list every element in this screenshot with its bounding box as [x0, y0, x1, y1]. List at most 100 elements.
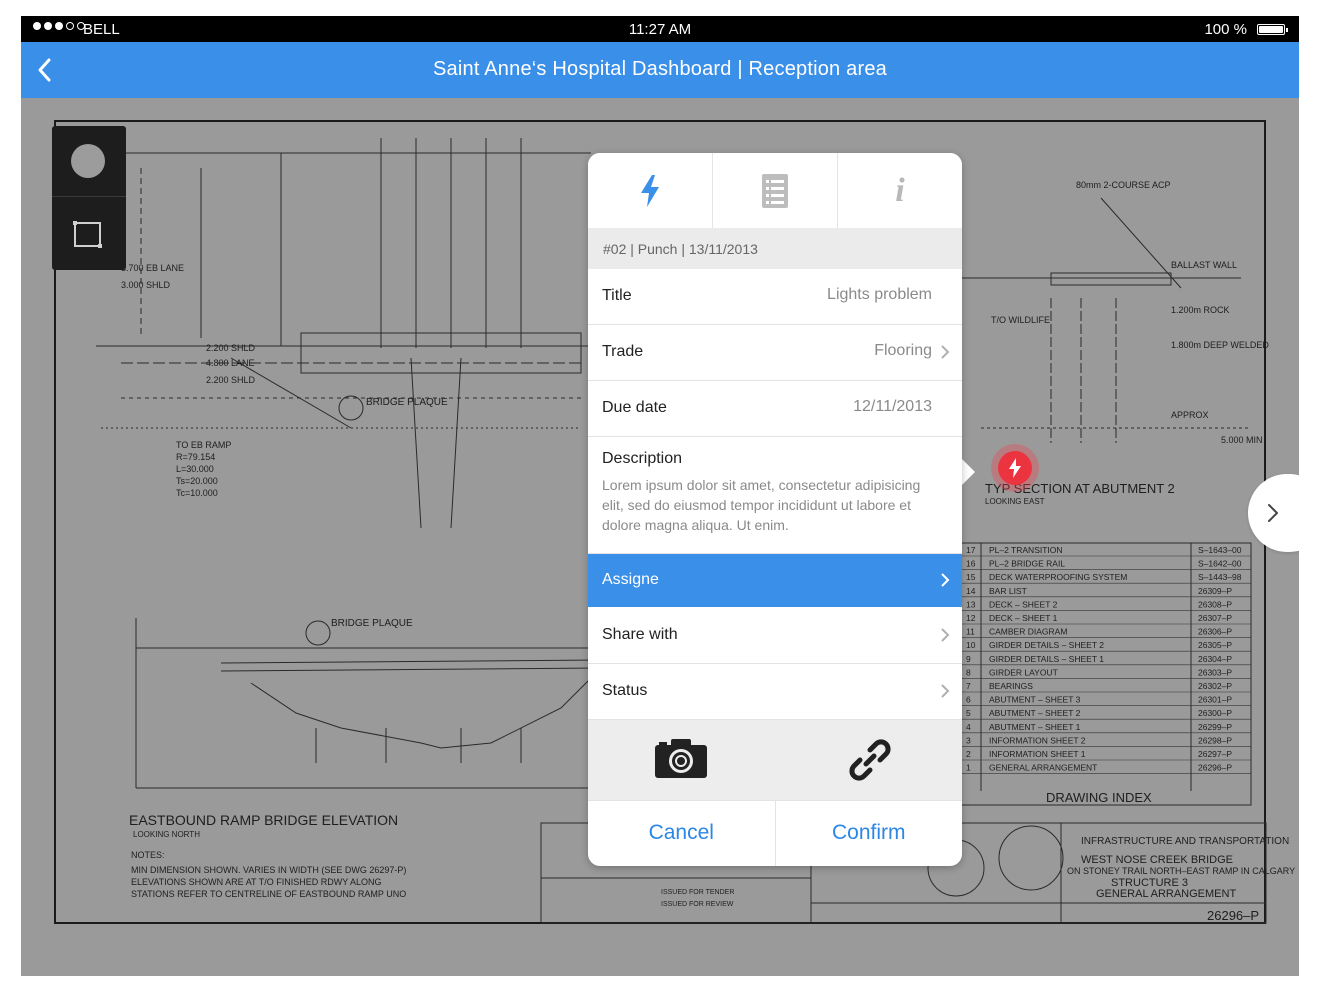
circle-tool-icon[interactable]: [71, 144, 105, 178]
svg-text:R=79.154: R=79.154: [176, 452, 215, 462]
index-row-dwg: 26305–P: [1198, 640, 1232, 650]
link-icon[interactable]: [846, 736, 894, 784]
index-row-description: GIRDER DETAILS – SHEET 1: [989, 654, 1104, 664]
due-date-value: 12/11/2013: [853, 398, 932, 415]
revision-review: ISSUED FOR REVIEW: [661, 901, 734, 908]
lightning-icon: [641, 174, 659, 207]
title-block-line2: ON STONEY TRAIL NORTH–EAST RAMP IN CALGA…: [1067, 866, 1295, 876]
tab-punch[interactable]: [588, 153, 713, 228]
section-subtitle: LOOKING EAST: [985, 497, 1045, 506]
index-row-description: DECK WATERPROOFING SYSTEM: [989, 572, 1127, 582]
title-row[interactable]: Title Lights problem: [588, 269, 962, 325]
svg-text:Ts=20.000: Ts=20.000: [176, 476, 218, 486]
cancel-button[interactable]: Cancel: [588, 801, 776, 866]
battery-percentage: 100 %: [1204, 21, 1247, 38]
index-row-dwg: 26303–P: [1198, 667, 1232, 677]
index-row-description: INFORMATION SHEET 2: [989, 735, 1086, 745]
title-block-line4: GENERAL ARRANGEMENT: [1096, 888, 1236, 900]
svg-text:3.700 EB LANE: 3.700 EB LANE: [121, 263, 184, 273]
index-row-dwg: 26307–P: [1198, 613, 1232, 623]
svg-text:1.800m DEEP WELDED: 1.800m DEEP WELDED: [1171, 340, 1269, 350]
elevation-title: EASTBOUND RAMP BRIDGE ELEVATION: [129, 812, 398, 828]
authority-label: INFRASTRUCTURE AND TRANSPORTATION: [1081, 836, 1289, 847]
svg-text:4.800 LANE: 4.800 LANE: [206, 358, 255, 368]
status-bar: BELL 11:27 AM 100 %: [21, 16, 1299, 42]
plaque-label: BRIDGE PLAQUE: [331, 618, 413, 629]
svg-text:ELEVATIONS SHOWN ARE AT T/O FI: ELEVATIONS SHOWN ARE AT T/O FINISHED RDW…: [131, 877, 382, 887]
camera-icon[interactable]: [655, 738, 707, 778]
lightning-icon: [1009, 458, 1021, 478]
due-date-label: Due date: [602, 399, 667, 416]
ipad-screen: 3.700 EB LANE 3.000 SHLD 2.200 SHLD 4.80…: [21, 16, 1299, 976]
status-label: Status: [602, 682, 648, 699]
popover-actions: Cancel Confirm: [588, 800, 962, 866]
index-row-dwg: S–1642–00: [1198, 559, 1242, 569]
due-date-row[interactable]: Due date 12/11/2013: [588, 381, 962, 437]
svg-text:2.200 SHLD: 2.200 SHLD: [206, 343, 256, 353]
index-row-dwg: 26309–P: [1198, 586, 1232, 596]
index-title: DRAWING INDEX: [1046, 790, 1152, 805]
share-with-row[interactable]: Share with: [588, 608, 962, 664]
index-row-dwg: 26304–P: [1198, 654, 1232, 664]
svg-text:1.200m ROCK: 1.200m ROCK: [1171, 305, 1230, 315]
index-row-dwg: 26300–P: [1198, 708, 1232, 718]
pin: [998, 451, 1032, 485]
svg-text:2.200 SHLD: 2.200 SHLD: [206, 375, 256, 385]
tab-details[interactable]: [713, 153, 838, 228]
elevation-subtitle: LOOKING NORTH: [133, 830, 200, 839]
svg-text:STATIONS REFER TO CENTRELINE O: STATIONS REFER TO CENTRELINE OF EASTBOUN…: [131, 889, 406, 899]
index-row-description: DECK – SHEET 2: [989, 599, 1058, 609]
list-document-icon: [762, 173, 788, 208]
assignee-label: Assigne: [602, 571, 659, 588]
chevron-right-icon: [1268, 504, 1278, 522]
svg-text:MIN DIMENSION SHOWN. VARIES IN: MIN DIMENSION SHOWN. VARIES IN WIDTH (SE…: [131, 865, 406, 875]
index-row-dwg: S–1443–98: [1198, 572, 1242, 582]
svg-text:Tc=10.000: Tc=10.000: [176, 488, 218, 498]
svg-text:TO EB RAMP: TO EB RAMP: [176, 440, 231, 450]
title-value[interactable]: Lights problem: [827, 286, 932, 304]
index-row-number: 1: [966, 763, 971, 773]
battery-icon: [1257, 24, 1288, 35]
index-row-dwg: 26302–P: [1198, 681, 1232, 691]
index-row-number: 12: [966, 613, 976, 623]
tools-divider: [52, 196, 126, 197]
description-text[interactable]: Lorem ipsum dolor sit amet, consectetur …: [602, 475, 932, 535]
confirm-button[interactable]: Confirm: [776, 801, 963, 866]
index-row-dwg: 26296–P: [1198, 763, 1232, 773]
index-row-number: 3: [966, 735, 971, 745]
trade-value: Flooring: [874, 342, 932, 359]
popover-arrow: [960, 457, 975, 487]
index-row-description: DECK – SHEET 1: [989, 613, 1058, 623]
trade-row[interactable]: Trade Flooring: [588, 325, 962, 381]
chevron-right-icon: [941, 628, 950, 642]
index-row-description: GENERAL ARRANGEMENT: [989, 763, 1097, 773]
assignee-row[interactable]: Assigne: [588, 554, 962, 607]
popover-tabs: i: [588, 153, 962, 228]
index-row-number: 15: [966, 572, 976, 582]
index-row-number: 7: [966, 681, 971, 691]
description-field[interactable]: Description Lorem ipsum dolor sit amet, …: [588, 436, 962, 554]
svg-text:APPROX: APPROX: [1171, 410, 1209, 420]
index-row-number: 10: [966, 640, 976, 650]
status-row[interactable]: Status: [588, 664, 962, 720]
tab-info[interactable]: i: [838, 153, 962, 228]
svg-text:5.000 MIN: 5.000 MIN: [1221, 435, 1263, 445]
svg-text:T/O WILDLIFE: T/O WILDLIFE: [991, 315, 1050, 325]
index-row-description: ABUTMENT – SHEET 3: [989, 695, 1081, 705]
svg-text:L=30.000: L=30.000: [176, 464, 214, 474]
index-row-dwg: 26299–P: [1198, 722, 1232, 732]
index-row-number: 17: [966, 545, 976, 555]
svg-text:3.000 SHLD: 3.000 SHLD: [121, 280, 171, 290]
punch-pin-marker[interactable]: [991, 444, 1039, 492]
index-row-description: INFORMATION SHEET 1: [989, 749, 1086, 759]
navigation-bar: Saint Anne‘s Hospital Dashboard | Recept…: [21, 42, 1299, 98]
index-row-description: GIRDER DETAILS – SHEET 2: [989, 640, 1104, 650]
title-block-line1: WEST NOSE CREEK BRIDGE: [1081, 854, 1233, 866]
page-title: Saint Anne‘s Hospital Dashboard | Recept…: [433, 58, 887, 80]
index-row-number: 2: [966, 749, 971, 759]
rectangle-tool-icon[interactable]: [73, 221, 102, 248]
drawing-number: 26296–P: [1207, 908, 1259, 923]
chevron-right-icon: [941, 684, 950, 698]
clock: 11:27 AM: [628, 21, 692, 38]
index-row-number: 4: [966, 722, 971, 732]
